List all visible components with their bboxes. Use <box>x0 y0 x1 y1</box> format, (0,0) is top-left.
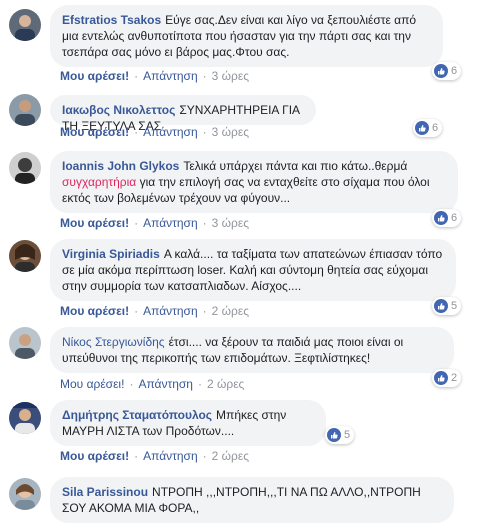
reply-button[interactable]: Απάντηση <box>143 304 198 318</box>
reaction-number: 2 <box>451 372 458 384</box>
comment-bubble: Ioannis John Glykos Τελικά υπάρχει πάντα … <box>50 151 458 213</box>
comment-bubble: Δημήτρης Σταματόπουλος Μπήκες στην ΜΑΥΡΗ … <box>50 400 326 446</box>
comment-timestamp[interactable]: 3 ώρες <box>212 69 249 83</box>
reply-button[interactable]: Απάντηση <box>143 216 198 230</box>
comment-bubble: Virginia Spiriadis Α καλά.... τα ταξίματα… <box>50 239 456 301</box>
comment-author[interactable]: Νίκος Στεργιωνίδης <box>62 335 165 349</box>
avatar[interactable] <box>9 152 41 184</box>
comment-bubble: Ιακωβος Νικολεττος ΣΥΝΧΑΡΗΤΗΡΕΙΑ ΓΙΑ ΤΗ Ξ… <box>50 95 316 133</box>
comment-author[interactable]: Virginia Spiriadis <box>62 247 160 261</box>
separator: · <box>202 449 207 463</box>
comment-actions: Μου αρέσει! · Απάντηση · 3 ώρες <box>60 124 249 140</box>
like-button[interactable]: Μου αρέσει! <box>60 69 129 83</box>
highlighted-word: συγχαρητήρια <box>62 175 137 189</box>
reaction-count[interactable]: 6 <box>432 62 462 80</box>
reply-button[interactable]: Απάντηση <box>138 377 193 391</box>
separator: · <box>202 304 207 318</box>
comment-item: Sila Parissinou ΝΤΡΟΠΗ ,,,ΝΤΡΟΠΗ,,,ΤΙ ΝΑ … <box>0 0 497 523</box>
like-button[interactable]: Μου αρέσει! <box>60 377 124 391</box>
comment-timestamp[interactable]: 3 ώρες <box>212 125 249 139</box>
like-reaction-icon <box>327 428 341 442</box>
separator: · <box>129 377 134 391</box>
avatar[interactable] <box>9 402 41 434</box>
comment-timestamp[interactable]: 3 ώρες <box>212 216 249 230</box>
comment-actions: Μου αρέσει! · Απάντηση · 3 ώρες <box>60 215 249 231</box>
reaction-count[interactable]: 5 <box>432 297 462 315</box>
comment-author[interactable]: Δημήτρης Σταματόπουλος <box>62 408 212 422</box>
avatar[interactable] <box>9 327 41 359</box>
reaction-number: 5 <box>344 429 351 441</box>
separator: · <box>202 125 207 139</box>
comment-bubble: Sila Parissinou ΝΤΡΟΠΗ ,,,ΝΤΡΟΠΗ,,,ΤΙ ΝΑ … <box>50 477 454 523</box>
separator: · <box>202 216 207 230</box>
like-reaction-icon <box>415 121 429 135</box>
like-button[interactable]: Μου αρέσει! <box>60 449 129 463</box>
avatar[interactable] <box>9 94 41 126</box>
comment-timestamp[interactable]: 2 ώρες <box>212 449 249 463</box>
avatar[interactable] <box>9 478 41 510</box>
avatar[interactable] <box>9 240 41 272</box>
like-button[interactable]: Μου αρέσει! <box>60 125 129 139</box>
separator: · <box>134 304 139 318</box>
like-reaction-icon <box>434 371 448 385</box>
comment-timestamp[interactable]: 2 ώρες <box>207 377 244 391</box>
reaction-number: 6 <box>451 212 458 224</box>
like-button[interactable]: Μου αρέσει! <box>60 304 129 318</box>
reply-button[interactable]: Απάντηση <box>143 69 198 83</box>
comment-author[interactable]: Ioannis John Glykos <box>62 159 179 173</box>
comment-actions: Μου αρέσει! · Απάντηση · 2 ώρες <box>60 303 249 319</box>
like-button[interactable]: Μου αρέσει! <box>60 216 129 230</box>
comment-actions: Μου αρέσει! · Απάντηση · 2 ώρες <box>60 448 249 464</box>
separator: · <box>202 69 207 83</box>
separator: · <box>134 216 139 230</box>
comment-actions: Μου αρέσει! · Απάντηση · 3 ώρες <box>60 68 249 84</box>
separator: · <box>134 125 139 139</box>
comment-timestamp[interactable]: 2 ώρες <box>212 304 249 318</box>
reaction-number: 6 <box>432 122 439 134</box>
like-reaction-icon <box>434 299 448 313</box>
comment-bubble: Νίκος Στεργιωνίδης έτσι.... να ξέρουν τα … <box>50 327 454 373</box>
reaction-count[interactable]: 6 <box>413 119 443 137</box>
comment-actions: Μου αρέσει! · Απάντηση · 2 ώρες <box>60 376 244 392</box>
comment-text: Τελικά υπάρχει πάντα και πιο κάτω..θερμά <box>183 159 408 173</box>
comment-author[interactable]: Efstratios Tsakos <box>62 13 161 27</box>
reply-button[interactable]: Απάντηση <box>143 449 198 463</box>
comment-bubble: Efstratios Tsakos Εύγε σας.Δεν είναι και … <box>50 5 443 67</box>
reaction-count[interactable]: 2 <box>432 369 462 387</box>
separator: · <box>197 377 202 391</box>
reply-button[interactable]: Απάντηση <box>143 125 198 139</box>
reaction-count[interactable]: 6 <box>432 209 462 227</box>
reaction-number: 6 <box>451 65 458 77</box>
reaction-number: 5 <box>451 300 458 312</box>
separator: · <box>134 69 139 83</box>
reaction-count[interactable]: 5 <box>325 426 355 444</box>
separator: · <box>134 449 139 463</box>
comment-author[interactable]: Ιακωβος Νικολεττος <box>62 103 175 117</box>
like-reaction-icon <box>434 64 448 78</box>
like-reaction-icon <box>434 211 448 225</box>
avatar[interactable] <box>9 9 41 41</box>
comment-author[interactable]: Sila Parissinou <box>62 485 148 499</box>
